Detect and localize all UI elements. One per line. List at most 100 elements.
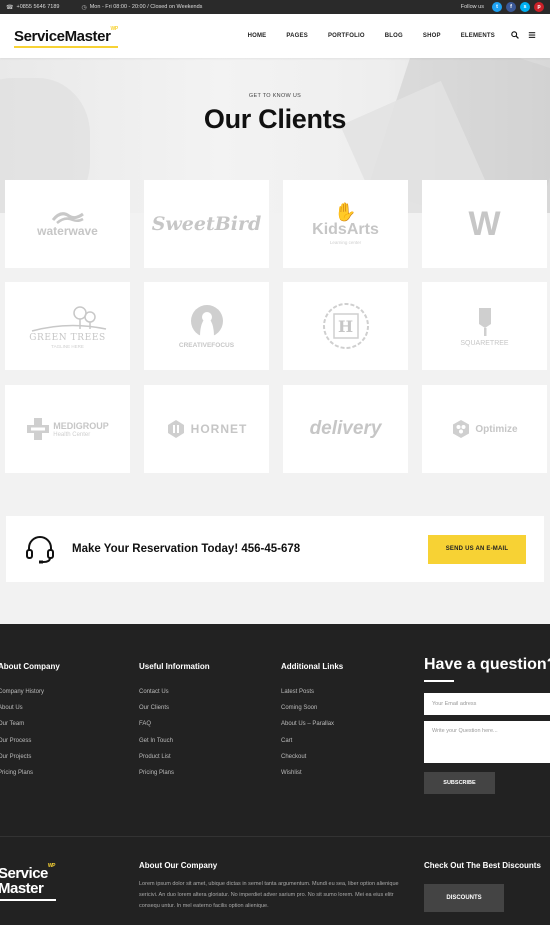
client-logo-delivery[interactable]: delivery bbox=[283, 385, 408, 473]
client-logo-kidsarts[interactable]: ✋ KidsArts Learning center bbox=[283, 180, 408, 268]
reservation-banner: Make Your Reservation Today! 456-45-678 … bbox=[6, 516, 544, 582]
opening-hours: Mon - Fri 08:00 - 20:00 / Closed on Week… bbox=[89, 4, 203, 10]
footer-column-title: Useful Information bbox=[139, 662, 210, 671]
client-logo-h[interactable]: H bbox=[283, 282, 408, 370]
client-name: SQUARETREE bbox=[460, 339, 509, 347]
footer-divider bbox=[0, 836, 550, 837]
hand-print-icon: ✋ bbox=[334, 202, 357, 222]
nav-shop[interactable]: SHOP bbox=[413, 33, 451, 39]
client-name: Optimize bbox=[475, 423, 518, 435]
title-underline bbox=[424, 680, 454, 682]
skype-icon[interactable]: s bbox=[520, 2, 530, 12]
client-name: KidsArts bbox=[312, 221, 379, 238]
client-name: MEDIGROUP bbox=[53, 420, 109, 431]
footer-link[interactable]: Our Process bbox=[0, 738, 60, 754]
reservation-text: Make Your Reservation Today! 456-45-678 bbox=[72, 543, 301, 555]
facebook-icon[interactable]: f bbox=[506, 2, 516, 12]
discounts-title: Check Out The Best Discounts bbox=[424, 861, 541, 870]
medical-cross-icon bbox=[27, 418, 50, 440]
footer-column-title: Additional Links bbox=[281, 662, 344, 671]
footer-link[interactable]: Wishlist bbox=[281, 770, 343, 786]
footer-link[interactable]: Get In Touch bbox=[139, 738, 210, 754]
client-name: GREEN TREES bbox=[29, 333, 106, 343]
waterwave-icon bbox=[51, 212, 84, 224]
client-name: SweetBird bbox=[151, 213, 262, 235]
footer-link[interactable]: About Us – Parallax bbox=[281, 721, 343, 737]
client-name: delivery bbox=[309, 418, 382, 439]
footer-link[interactable]: Company History bbox=[0, 689, 60, 705]
client-name: HORNET bbox=[190, 422, 248, 436]
footer-column-useful: Useful Information Contact Us Our Client… bbox=[139, 662, 210, 786]
about-company: About Our Company Lorem ipsum dolor sit … bbox=[139, 861, 399, 912]
nav-pages[interactable]: PAGES bbox=[276, 33, 318, 39]
phone-info: ☎ +0855 5646 7189 bbox=[6, 4, 59, 11]
question-textarea[interactable]: Write your Question here... bbox=[424, 721, 550, 763]
nav-home[interactable]: HOME bbox=[238, 33, 277, 39]
question-form: Have a question? Your Email adress Write… bbox=[424, 656, 550, 794]
client-name: W bbox=[468, 204, 501, 243]
client-logo-medigroup[interactable]: MEDIGROUP Health Center bbox=[5, 385, 130, 473]
logo-text: ServiceMaster bbox=[14, 27, 111, 45]
hero-kicker: GET TO KNOW US bbox=[248, 93, 302, 99]
about-title: About Our Company bbox=[139, 861, 218, 870]
hornet-icon bbox=[167, 420, 184, 438]
nav-blog[interactable]: BLOG bbox=[375, 33, 413, 39]
pinterest-icon[interactable]: p bbox=[534, 2, 544, 12]
footer-link[interactable]: Pricing Plans bbox=[0, 770, 60, 786]
footer-link[interactable]: FAQ bbox=[139, 721, 210, 737]
headset-icon bbox=[26, 536, 54, 564]
client-logo-w[interactable]: W bbox=[422, 180, 547, 268]
footer-link[interactable]: Our Projects bbox=[0, 754, 60, 770]
about-text: Lorem ipsum dolor sit amet, ubique dicta… bbox=[139, 881, 399, 909]
footer-column-about: About Company Company History About Us O… bbox=[0, 662, 60, 786]
search-icon[interactable] bbox=[511, 31, 519, 41]
client-logo-sweetbird[interactable]: SweetBird bbox=[144, 180, 269, 268]
site-logo[interactable]: ServiceMasterWP bbox=[14, 26, 118, 48]
client-logo-creativefocus[interactable]: CREATIVEFOCUS bbox=[144, 282, 269, 370]
phone-number[interactable]: +0855 5646 7189 bbox=[16, 4, 59, 10]
footer-link[interactable]: Contact Us bbox=[139, 689, 210, 705]
footer-column-title: About Company bbox=[0, 662, 60, 671]
footer-logo-line: Master bbox=[0, 880, 44, 897]
footer-logo-underline bbox=[0, 899, 56, 901]
site-header: ServiceMasterWP HOME PAGES PORTFOLIO BLO… bbox=[0, 14, 550, 58]
site-footer: About Company Company History About Us O… bbox=[0, 624, 550, 925]
main-nav: HOME PAGES PORTFOLIO BLOG SHOP ELEMENTS bbox=[238, 31, 536, 41]
client-tagline: TAGLINE HERE bbox=[51, 344, 84, 349]
subscribe-button[interactable]: SUBSCRIBE bbox=[424, 772, 495, 794]
client-logo-hornet[interactable]: HORNET bbox=[144, 385, 269, 473]
email-field[interactable]: Your Email adress bbox=[424, 693, 550, 715]
client-logo-waterwave[interactable]: waterwave bbox=[5, 180, 130, 268]
footer-link[interactable]: Latest Posts bbox=[281, 689, 343, 705]
client-logo-squaretree[interactable]: SQUARETREE bbox=[422, 282, 547, 370]
nav-elements[interactable]: ELEMENTS bbox=[451, 33, 505, 39]
footer-link[interactable]: Product List bbox=[139, 754, 210, 770]
footer-link[interactable]: Coming Soon bbox=[281, 705, 343, 721]
twitter-icon[interactable]: t bbox=[492, 2, 502, 12]
nav-portfolio[interactable]: PORTFOLIO bbox=[318, 33, 375, 39]
clock-icon: ◷ bbox=[81, 4, 87, 11]
follow-label: Follow us bbox=[460, 4, 484, 10]
client-logo-optimize[interactable]: Optimize bbox=[422, 385, 547, 473]
client-tagline: Health Center bbox=[53, 431, 91, 438]
footer-column-additional: Additional Links Latest Posts Coming Soo… bbox=[281, 662, 343, 786]
header-icons bbox=[511, 31, 536, 41]
footer-link[interactable]: Our Team bbox=[0, 721, 60, 737]
trees-icon bbox=[31, 306, 106, 332]
footer-logo[interactable]: ServiceWP Master bbox=[0, 863, 56, 901]
send-email-button[interactable]: SEND US AN E-MAIL bbox=[428, 534, 526, 564]
footer-link[interactable]: Our Clients bbox=[139, 705, 210, 721]
footer-link[interactable]: Pricing Plans bbox=[139, 770, 210, 786]
question-title: Have a question? bbox=[424, 656, 550, 673]
footer-link[interactable]: Cart bbox=[281, 738, 343, 754]
discounts-button[interactable]: DISCOUNTS bbox=[424, 884, 504, 912]
footer-link[interactable]: About Us bbox=[0, 705, 60, 721]
client-logo-green-trees[interactable]: GREEN TREES TAGLINE HERE bbox=[5, 282, 130, 370]
footer-link[interactable]: Checkout bbox=[281, 754, 343, 770]
logo-underline bbox=[14, 45, 118, 48]
menu-icon[interactable] bbox=[528, 31, 536, 41]
top-bar: ☎ +0855 5646 7189 ◷ Mon - Fri 08:00 - 20… bbox=[0, 0, 550, 14]
client-name: CREATIVEFOCUS bbox=[178, 342, 235, 349]
client-tagline: Learning center bbox=[329, 240, 362, 245]
focus-icon bbox=[190, 305, 223, 337]
